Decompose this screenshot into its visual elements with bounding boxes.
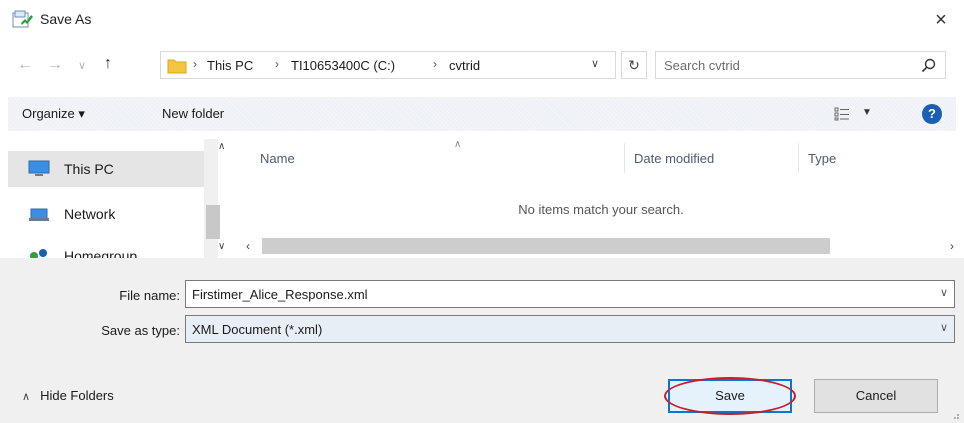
nav-item-this-pc[interactable]: This PC [8, 151, 204, 187]
chevron-right-icon[interactable]: › [942, 236, 962, 256]
breadcrumb-drive[interactable]: TI10653400C (C:) [291, 58, 395, 73]
close-icon: × [935, 9, 947, 31]
recent-locations-button[interactable]: ∨ [74, 54, 90, 76]
chevron-down-icon[interactable]: ∨ [940, 286, 948, 299]
file-name-input[interactable] [192, 285, 922, 303]
arrow-right-icon: → [47, 56, 63, 73]
file-list: ∧ Name Date modified Type No items match… [238, 139, 964, 258]
refresh-icon: ↻ [628, 57, 640, 73]
title-bar: Save As × [0, 0, 964, 40]
column-header-date-modified[interactable]: Date modified [634, 151, 714, 166]
command-bar: Organize ▾ New folder ▼ ? [8, 97, 956, 131]
save-as-type-select[interactable]: XML Document (*.xml) ∨ [185, 315, 955, 343]
organize-button[interactable]: Organize ▾ [22, 106, 85, 122]
refresh-button[interactable]: ↻ [621, 51, 647, 79]
network-icon [28, 205, 50, 223]
breadcrumb-folder[interactable]: cvtrid [449, 58, 480, 73]
address-dropdown-icon[interactable]: ∨ [591, 57, 599, 70]
arrow-left-icon: ← [17, 56, 33, 73]
breadcrumb-separator: › [275, 57, 279, 71]
nav-label: Network [64, 206, 116, 222]
forward-button[interactable]: → [44, 53, 66, 77]
column-header-name[interactable]: Name [260, 151, 295, 166]
breadcrumb-this-pc[interactable]: This PC [207, 58, 253, 73]
nav-item-network[interactable]: Network [8, 196, 204, 232]
column-divider[interactable] [624, 143, 625, 173]
back-button[interactable]: ← [14, 53, 36, 77]
chevron-down-icon[interactable]: ∨ [940, 321, 948, 334]
chevron-down-icon[interactable]: ∨ [218, 241, 225, 252]
view-dropdown-icon[interactable]: ▼ [862, 107, 872, 118]
address-bar[interactable]: › This PC › TI10653400C (C:) › cvtrid ∨ [160, 51, 616, 79]
chevron-left-icon[interactable]: ‹ [238, 236, 258, 256]
horizontal-scrollbar-thumb[interactable] [262, 238, 830, 254]
save-as-icon [12, 9, 34, 29]
search-box[interactable] [655, 51, 946, 79]
save-as-type-label: Save as type: [101, 323, 180, 338]
file-name-field[interactable]: ∨ [185, 280, 955, 308]
nav-scrollbar-thumb[interactable] [206, 205, 220, 239]
window-title: Save As [40, 11, 92, 27]
cancel-button[interactable]: Cancel [814, 379, 938, 413]
horizontal-scrollbar[interactable]: ‹ › [238, 236, 964, 256]
breadcrumb-separator: › [433, 57, 437, 71]
nav-item-homegroup[interactable]: Homegroup [8, 238, 204, 258]
save-button[interactable]: Save [668, 379, 792, 413]
close-button[interactable]: × [926, 6, 956, 34]
up-button[interactable]: ↑ [96, 52, 120, 78]
column-header-type[interactable]: Type [808, 151, 836, 166]
save-as-type-value: XML Document (*.xml) [192, 322, 323, 337]
chevron-up-icon[interactable]: ∧ [218, 141, 225, 152]
view-options-icon[interactable] [834, 107, 850, 121]
save-form: File name: ∨ Save as type: XML Document … [0, 258, 964, 423]
hide-folders-button[interactable]: ∧ Hide Folders [22, 388, 114, 403]
search-input[interactable] [664, 56, 904, 74]
empty-list-message: No items match your search. [518, 202, 684, 217]
homegroup-icon [28, 247, 50, 258]
file-name-label: File name: [119, 288, 180, 303]
computer-icon [28, 160, 50, 178]
nav-label: This PC [64, 161, 114, 177]
column-divider[interactable] [798, 143, 799, 173]
breadcrumb-separator: › [193, 57, 197, 71]
chevron-down-icon: ∨ [77, 60, 87, 72]
nav-label: Homegroup [64, 248, 138, 258]
chevron-up-icon: ∧ [22, 391, 31, 403]
hide-folders-label: Hide Folders [40, 388, 114, 403]
nav-scrollbar[interactable] [204, 139, 218, 258]
search-icon[interactable] [921, 58, 937, 74]
navigation-pane: This PC Network Homegroup ∧ ∨ [8, 139, 230, 258]
help-icon[interactable]: ? [922, 104, 942, 124]
arrow-up-icon: ↑ [104, 55, 112, 72]
resize-grip-icon[interactable] [950, 408, 960, 419]
new-folder-button[interactable]: New folder [162, 106, 224, 121]
sort-indicator-icon: ∧ [454, 139, 462, 150]
folder-icon [167, 57, 187, 74]
